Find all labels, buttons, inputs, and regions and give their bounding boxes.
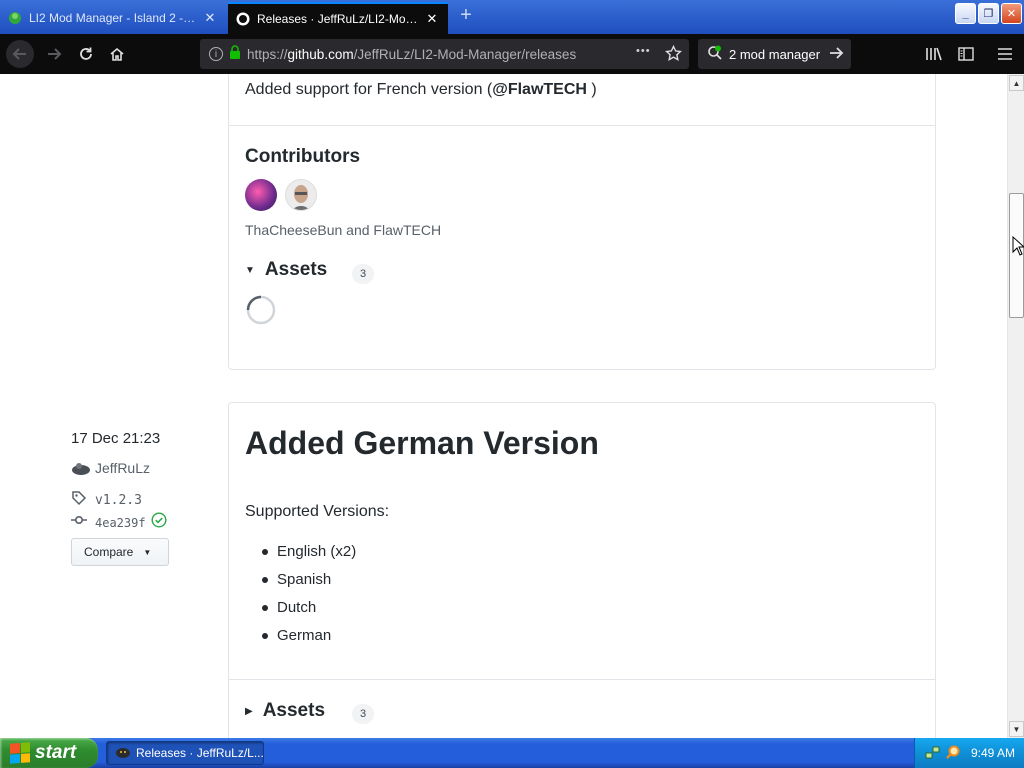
- contributors-names: ThaCheeseBun and FlawTECH: [245, 222, 442, 238]
- list-item: English (x2): [277, 543, 357, 560]
- home-button[interactable]: [103, 40, 131, 68]
- home-icon: [110, 47, 124, 61]
- island-favicon-icon: [8, 11, 22, 25]
- assets-count-badge: 3: [352, 264, 374, 284]
- list-item: Dutch: [277, 599, 317, 616]
- vertical-scrollbar[interactable]: ▲ ▼: [1007, 74, 1024, 738]
- search-go-arrow-icon[interactable]: [828, 45, 844, 64]
- dropdown-caret-icon: ▼: [143, 547, 152, 557]
- network-icon[interactable]: [925, 744, 941, 763]
- github-cat-icon: [115, 745, 131, 762]
- release-tag[interactable]: v1.2.3: [71, 490, 142, 511]
- contributors-heading: Contributors: [245, 146, 361, 167]
- author-avatar-icon: [71, 460, 91, 476]
- author-name: JeffRuLz: [95, 460, 150, 476]
- search-text: 2 mod manager: [729, 46, 821, 62]
- start-label: start: [35, 742, 77, 763]
- menu-button[interactable]: [991, 40, 1019, 68]
- bullet-icon: [262, 577, 268, 583]
- loading-spinner-icon: [245, 294, 277, 331]
- assets-toggle[interactable]: ▶ Assets: [245, 700, 325, 722]
- assets-heading: Assets: [262, 700, 326, 721]
- sidebar-icon: [958, 47, 974, 61]
- release-author[interactable]: JeffRuLz: [71, 460, 150, 476]
- page-actions-icon[interactable]: •••: [636, 45, 651, 57]
- supported-versions-label: Supported Versions:: [245, 503, 390, 520]
- address-bar[interactable]: i https://github.com/JeffRuLz/LI2-Mod-Ma…: [200, 39, 689, 69]
- sidebar-toggle-button[interactable]: [952, 40, 980, 68]
- release-date: 17 Dec 21:23: [71, 430, 161, 447]
- page-content: Added support for French version (@FlawT…: [0, 74, 1007, 738]
- tag-icon: [71, 490, 87, 511]
- navigation-toolbar: i https://github.com/JeffRuLz/LI2-Mod-Ma…: [0, 34, 1024, 74]
- commit-sha: 4ea239f: [95, 515, 146, 530]
- scroll-up-arrow-icon[interactable]: ▲: [1009, 75, 1024, 91]
- tag-name: v1.2.3: [95, 493, 142, 508]
- windows-logo-icon: [10, 742, 30, 764]
- assets-count-badge: 3: [352, 704, 374, 724]
- list-item: German: [277, 627, 332, 644]
- browser-tab-strip: LI2 Mod Manager - Island 2 - Ro ✕ Releas…: [0, 0, 1024, 34]
- release-commit[interactable]: 4ea239f: [71, 512, 167, 533]
- info-icon[interactable]: i: [209, 47, 223, 61]
- taskbar: start Releases · JeffRuLz/L... 9:49 AM: [0, 738, 1024, 768]
- taskbar-item-label: Releases · JeffRuLz/L...: [136, 746, 264, 760]
- mention-link[interactable]: @FlawTECH: [492, 81, 587, 98]
- avatar-thacheesebun[interactable]: [245, 179, 277, 211]
- release-note: Added support for French version (@FlawT…: [245, 81, 597, 98]
- back-button[interactable]: [6, 40, 34, 68]
- divider: [229, 679, 935, 680]
- tab-title: LI2 Mod Manager - Island 2 - Ro: [29, 11, 196, 25]
- taskbar-item-firefox[interactable]: Releases · JeffRuLz/L...: [106, 741, 264, 765]
- lock-icon[interactable]: [229, 44, 241, 64]
- release-title[interactable]: Added German Version: [245, 425, 599, 462]
- hamburger-menu-icon: [998, 48, 1012, 60]
- compare-label: Compare: [84, 545, 134, 559]
- avatar-flawtech[interactable]: [285, 179, 317, 211]
- assets-toggle[interactable]: ▼ Assets: [245, 259, 327, 281]
- bullet-icon: [262, 549, 268, 555]
- forward-button[interactable]: [40, 40, 68, 68]
- clock: 9:49 AM: [971, 746, 1016, 760]
- tab-close-icon[interactable]: ✕: [202, 10, 218, 26]
- scroll-down-arrow-icon[interactable]: ▼: [1009, 721, 1024, 737]
- close-window-button[interactable]: ✕: [1001, 3, 1022, 24]
- assets-heading: Assets: [264, 259, 328, 280]
- bullet-icon: [262, 605, 268, 611]
- bullet-icon: [262, 633, 268, 639]
- new-tab-button[interactable]: +: [454, 4, 478, 28]
- compare-button[interactable]: Compare ▼: [71, 538, 169, 566]
- back-arrow-icon: [12, 48, 26, 60]
- release-card-french: Added support for French version (@FlawT…: [228, 74, 936, 370]
- commit-icon: [71, 512, 87, 533]
- tab-releases[interactable]: Releases · JeffRuLz/LI2-Mod-Man ✕: [228, 2, 448, 34]
- search-box[interactable]: 2 mod manager: [698, 39, 851, 69]
- library-icon: [926, 47, 942, 61]
- tab-title: Releases · JeffRuLz/LI2-Mod-Man: [257, 12, 418, 26]
- mouse-cursor-icon: [1012, 235, 1024, 256]
- list-item: Spanish: [277, 571, 332, 588]
- library-button[interactable]: [920, 40, 948, 68]
- reload-button[interactable]: [72, 40, 100, 68]
- forward-arrow-icon: [48, 48, 62, 60]
- start-button[interactable]: start: [0, 738, 98, 768]
- search-tray-icon[interactable]: [945, 744, 961, 763]
- release-card-german: Added German Version Supported Versions:…: [228, 402, 936, 738]
- verified-check-icon[interactable]: [151, 512, 167, 533]
- bookmark-star-icon[interactable]: [665, 44, 682, 67]
- reload-icon: [80, 47, 92, 60]
- minimize-window-button[interactable]: _: [955, 3, 976, 24]
- system-tray: 9:49 AM: [914, 738, 1024, 768]
- tab-li2-mod-manager[interactable]: LI2 Mod Manager - Island 2 - Ro ✕: [0, 2, 226, 34]
- search-icon: [707, 45, 723, 64]
- url-text: https://github.com/JeffRuLz/LI2-Mod-Mana…: [247, 46, 577, 62]
- caret-down-icon: ▼: [245, 264, 255, 276]
- tab-close-icon[interactable]: ✕: [424, 11, 440, 27]
- caret-right-icon: ▶: [245, 705, 253, 717]
- github-favicon-icon: [236, 12, 250, 26]
- restore-window-button[interactable]: ❐: [978, 3, 999, 24]
- divider: [229, 125, 935, 126]
